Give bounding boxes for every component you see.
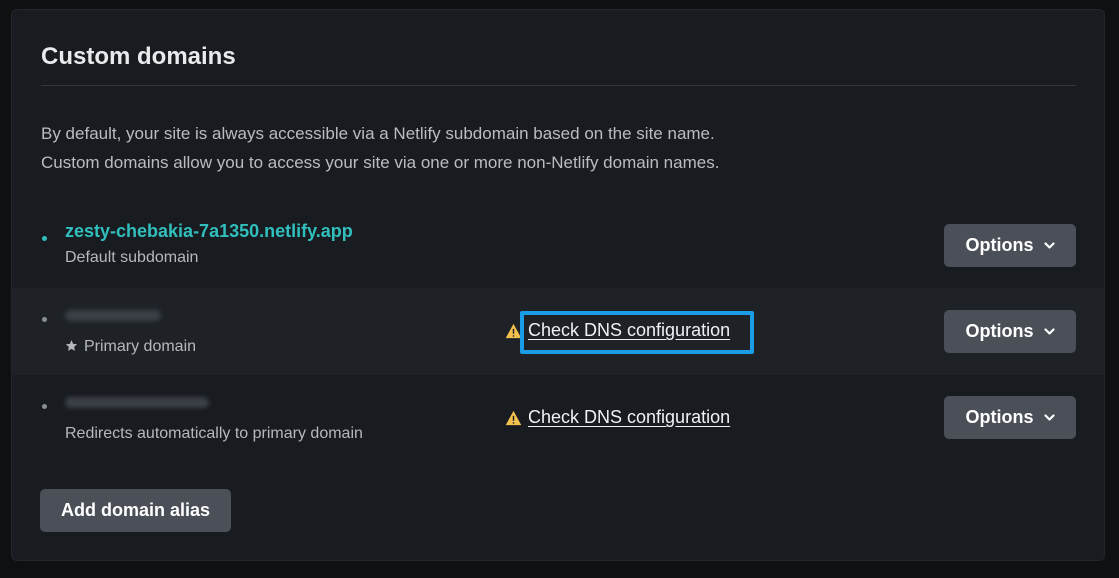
domain-subtitle: Default subdomain bbox=[65, 249, 199, 266]
domain-row-redirect: Redirects automatically to primary domai… bbox=[12, 375, 1104, 462]
domain-row-primary: Primary domain Check DNS configuration O… bbox=[12, 288, 1104, 375]
options-label: Options bbox=[965, 321, 1034, 341]
description-line-1: By default, your site is always accessib… bbox=[41, 124, 715, 143]
section-description: By default, your site is always accessib… bbox=[41, 119, 719, 177]
options-label: Options bbox=[965, 407, 1034, 427]
description-line-2: Custom domains allow you to access your … bbox=[41, 153, 720, 172]
dns-check: Check DNS configuration bbox=[505, 407, 730, 428]
domain-name-redacted bbox=[65, 310, 161, 321]
star-icon bbox=[65, 340, 78, 351]
add-domain-alias-button[interactable]: Add domain alias bbox=[40, 489, 231, 532]
section-title: Custom domains bbox=[41, 43, 236, 70]
chevron-down-icon bbox=[1043, 413, 1055, 421]
check-dns-link[interactable]: Check DNS configuration bbox=[528, 407, 730, 428]
primary-domain-label: Primary domain bbox=[84, 338, 197, 355]
chevron-down-icon bbox=[1043, 241, 1055, 249]
options-button[interactable]: Options bbox=[944, 224, 1076, 267]
bullet-icon bbox=[42, 404, 47, 409]
title-divider bbox=[41, 85, 1076, 86]
options-button[interactable]: Options bbox=[944, 396, 1076, 439]
bullet-icon bbox=[42, 317, 47, 322]
domain-subtitle: Primary domain bbox=[65, 338, 196, 356]
chevron-down-icon bbox=[1043, 327, 1055, 335]
options-label: Options bbox=[965, 235, 1034, 255]
domain-subtitle: Redirects automatically to primary domai… bbox=[65, 425, 363, 442]
domain-row-default: zesty-chebakia-7a1350.netlify.app Defaul… bbox=[12, 211, 1104, 298]
domain-name[interactable]: zesty-chebakia-7a1350.netlify.app bbox=[65, 221, 353, 242]
bullet-icon bbox=[42, 236, 47, 241]
domain-name-redacted bbox=[65, 397, 209, 408]
focus-highlight bbox=[520, 311, 754, 354]
options-button[interactable]: Options bbox=[944, 310, 1076, 353]
custom-domains-card: Custom domains By default, your site is … bbox=[11, 9, 1105, 561]
warning-icon bbox=[505, 410, 522, 425]
